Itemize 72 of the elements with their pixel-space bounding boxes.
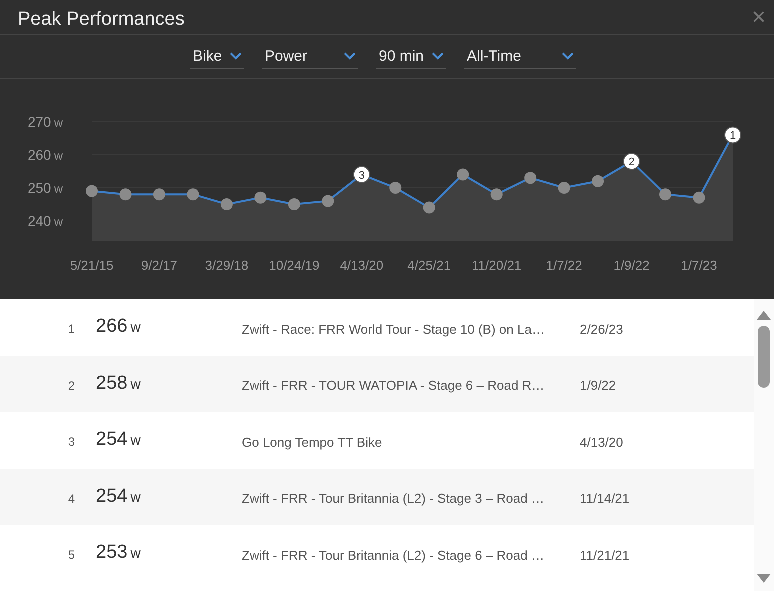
- data-point: [254, 192, 267, 204]
- chevron-icon: [432, 52, 444, 60]
- data-point: [120, 188, 132, 201]
- data-point: [592, 175, 604, 188]
- annotation: 2: [628, 156, 635, 169]
- activity-date: 1/9/22: [580, 377, 616, 394]
- y-axis-label: 260 w: [28, 147, 63, 163]
- activity-name: Zwift - Race: FRR World Tour - Stage 10 (B) on La…: [242, 320, 546, 337]
- data-point: [390, 182, 402, 194]
- activity-date: 11/14/21: [580, 490, 630, 506]
- power-value: 253 w: [96, 542, 142, 564]
- x-axis-label: 11/20/21: [472, 258, 522, 273]
- data-point: [558, 182, 570, 194]
- x-axis-label: 3/29/18: [205, 258, 249, 273]
- data-point: [660, 188, 672, 201]
- rank-marker: 2: [623, 153, 640, 170]
- data-point: [457, 168, 470, 181]
- rank-number: 2: [67, 378, 75, 393]
- activity-name: Zwift - FRR - Tour Britannia (L2) - Stage 6 – Road …: [242, 546, 546, 563]
- power-value: 258 w: [96, 372, 142, 395]
- filter-dropdown[interactable]: All-Time: [464, 44, 576, 68]
- data-point: [490, 188, 503, 201]
- data-point: [153, 188, 166, 201]
- rank-number: 5: [67, 547, 75, 562]
- activity-name: Zwift - FRR - TOUR WATOPIA - Stage 6 – Road R…: [242, 377, 546, 394]
- activity-date: 11/21/21: [580, 546, 630, 563]
- x-axis-label: 4/25/21: [408, 258, 452, 273]
- annotation: 3: [358, 170, 365, 182]
- performance-row[interactable]: 2 258 w Zwift - FRR - TOUR WATOPIA - Stage 6 – Road R… 1/9/22: [0, 356, 754, 412]
- data-point: [693, 192, 706, 204]
- data-point: [524, 172, 537, 184]
- activity-name: Zwift - FRR - Tour Britannia (L2) - Stage 3 – Road …: [242, 490, 546, 506]
- scrollbar-thumb[interactable]: [758, 326, 770, 388]
- data-point: [288, 198, 300, 210]
- rank-number: 3: [67, 434, 75, 450]
- activity-date: 2/26/23: [580, 320, 624, 337]
- power-value: 266 w: [96, 316, 142, 338]
- dialog-title: Peak Performances: [18, 9, 185, 32]
- scroll-up-icon[interactable]: [757, 311, 771, 320]
- rank-number: 1: [67, 321, 75, 336]
- chevron-icon: [344, 52, 356, 60]
- data-point: [187, 188, 200, 201]
- y-axis-label: 240 w: [28, 213, 63, 229]
- data-point: [220, 198, 233, 210]
- x-axis-label: 1/7/23: [681, 258, 718, 273]
- rank-number: 4: [67, 490, 75, 506]
- filter-dropdown[interactable]: 90 min: [376, 44, 446, 68]
- data-point: [423, 202, 436, 214]
- scroll-down-icon[interactable]: [757, 574, 771, 583]
- rank-marker: 1: [724, 126, 742, 144]
- x-axis-label: 1/7/22: [546, 258, 582, 273]
- x-axis-label: 4/13/20: [340, 258, 384, 273]
- data-point: [322, 195, 334, 208]
- x-axis-label: 5/21/15: [70, 258, 114, 273]
- data-point: [86, 185, 98, 198]
- chevron-icon: [230, 52, 242, 60]
- scrollbar[interactable]: [754, 299, 774, 591]
- chevron-icon: [562, 52, 574, 60]
- performance-row[interactable]: 4 254 w Zwift - FRR - Tour Britannia (L2) - Stage 3 – Road … 11/14/21: [0, 468, 754, 525]
- filter-dropdown[interactable]: Power: [262, 44, 358, 68]
- x-axis-label: 1/9/22: [614, 258, 650, 273]
- activity-name: Go Long Tempo TT Bike: [242, 434, 384, 450]
- y-axis-label: 270 w: [28, 114, 63, 130]
- rank-marker: 3: [353, 166, 370, 184]
- x-axis-label: 10/24/19: [269, 258, 320, 273]
- power-value: 254 w: [96, 486, 142, 508]
- activity-date: 4/13/20: [580, 434, 624, 450]
- annotation: 1: [730, 130, 736, 142]
- y-axis-label: 250 w: [28, 180, 63, 196]
- x-axis-label: 9/2/17: [141, 258, 178, 273]
- power-value: 254 w: [96, 429, 142, 452]
- filter-dropdown[interactable]: Bike: [190, 44, 244, 68]
